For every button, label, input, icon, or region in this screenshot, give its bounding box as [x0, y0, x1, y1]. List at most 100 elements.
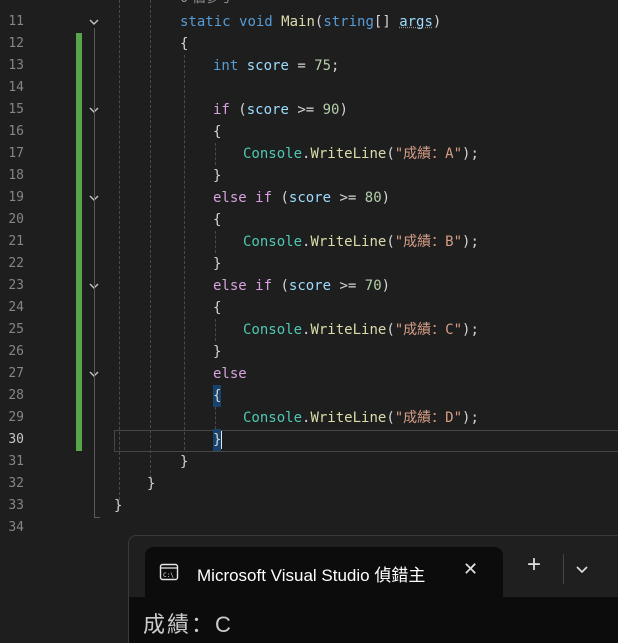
codelens-references[interactable]: 0 個參考: [180, 0, 231, 10]
code-line-31: }: [180, 454, 189, 470]
keyword: if: [255, 278, 273, 294]
number: 80: [364, 190, 382, 206]
line-number: 24: [8, 300, 24, 315]
operator: >=: [288, 102, 323, 118]
indent-guide: [215, 143, 216, 165]
outline-bracket-end: [94, 517, 100, 518]
tab-title: Microsoft Visual Studio 偵錯主: [197, 566, 426, 585]
code-line-17: Console.WriteLine("成績：A");: [243, 143, 479, 165]
code-line-16: {: [213, 124, 222, 140]
punct: (: [386, 234, 395, 250]
indent-guide: [119, 0, 120, 500]
string-literal: "成績：D": [394, 410, 463, 426]
keyword: if: [255, 190, 273, 206]
punct: ;: [331, 58, 340, 74]
operator: >=: [331, 190, 365, 206]
string-literal: "成績：C": [394, 322, 463, 338]
class-name: Console: [243, 410, 303, 426]
punct: );: [462, 146, 479, 162]
punct: (: [280, 190, 289, 206]
punct: (: [386, 322, 395, 338]
indent-guide: [215, 231, 216, 253]
variable: score: [246, 102, 289, 118]
code-line-13: int score = 75;: [213, 55, 339, 77]
outline-bracket: [94, 28, 101, 518]
line-number: 33: [8, 498, 24, 513]
string-literal: "成績：B": [394, 234, 463, 250]
indent-guide: [150, 0, 151, 478]
line-number: 25: [8, 322, 24, 337]
parameter: args: [399, 14, 433, 30]
line-number: 16: [8, 124, 24, 139]
code-line-19: else if (score >= 80): [213, 187, 390, 209]
punct: ): [381, 278, 391, 294]
code-line-11: static void Main(string[] args): [180, 11, 441, 33]
close-tab-icon[interactable]: ✕: [463, 559, 478, 580]
variable: score: [246, 58, 289, 74]
keyword: string: [323, 14, 374, 30]
indent-guide: [184, 55, 185, 450]
class-name: Console: [243, 146, 303, 162]
punct: ): [381, 190, 391, 206]
operator: =: [288, 58, 315, 74]
punct: );: [462, 234, 479, 250]
keyword: if: [213, 102, 230, 118]
code-line-23: else if (score >= 70): [213, 275, 390, 297]
keyword: void: [239, 14, 273, 30]
punct: (: [386, 146, 395, 162]
tab-divider: [563, 554, 564, 584]
debug-console-window[interactable]: C:\ Microsoft Visual Studio 偵錯主 ✕ + 成績：C: [128, 535, 618, 643]
punct: ): [339, 102, 348, 118]
line-number: 14: [8, 80, 24, 95]
line-number: 20: [8, 212, 24, 227]
keyword: static: [180, 14, 231, 30]
code-line-26: }: [213, 344, 222, 360]
collapse-chevron-icon[interactable]: [89, 17, 99, 27]
method-name: Main: [281, 14, 315, 30]
punct: (: [280, 278, 289, 294]
console-icon: C:\: [159, 563, 179, 581]
number: 75: [314, 58, 332, 74]
line-number: 34: [8, 520, 24, 535]
line-number: 26: [8, 344, 24, 359]
variable: score: [288, 190, 332, 206]
punct: (: [386, 410, 395, 426]
line-number: 27: [8, 366, 24, 381]
line-number: 31: [8, 454, 24, 469]
code-line-21: Console.WriteLine("成績：B");: [243, 231, 479, 253]
keyword: int: [213, 58, 239, 74]
code-line-20: {: [213, 212, 222, 228]
code-line-32: }: [147, 476, 156, 492]
svg-text:C:\: C:\: [163, 572, 174, 579]
line-number: 22: [8, 256, 24, 271]
code-line-12: {: [180, 36, 189, 52]
code-line-18: }: [213, 168, 222, 184]
line-number: 15: [8, 102, 24, 117]
class-name: Console: [243, 234, 303, 250]
code-line-33: }: [114, 498, 123, 514]
code-line-29: Console.WriteLine("成績：D");: [243, 407, 479, 429]
keyword: else: [213, 278, 247, 294]
number: 70: [364, 278, 382, 294]
keyword: else: [213, 190, 247, 206]
code-line-25: Console.WriteLine("成績：C");: [243, 319, 479, 341]
code-line-27: else: [213, 363, 247, 385]
line-number: 28: [8, 388, 24, 403]
line-number: 17: [8, 146, 24, 161]
code-line-15: if (score >= 90): [213, 99, 348, 121]
number: 90: [322, 102, 340, 118]
terminal-output-area[interactable]: 成績：C: [129, 597, 618, 643]
new-tab-button[interactable]: +: [527, 552, 541, 578]
method-name: WriteLine: [310, 410, 387, 426]
punct: ): [432, 14, 442, 30]
line-number: 29: [8, 410, 24, 425]
punct: []: [373, 14, 400, 30]
class-name: Console: [243, 322, 303, 338]
terminal-tab[interactable]: C:\ Microsoft Visual Studio 偵錯主 ✕: [145, 547, 503, 597]
string-literal: "成績：A": [394, 146, 463, 162]
indent-guide: [215, 407, 216, 429]
variable: score: [288, 278, 332, 294]
line-number: 12: [8, 36, 24, 51]
punct: (: [238, 102, 247, 118]
chevron-down-icon[interactable]: [575, 563, 589, 577]
